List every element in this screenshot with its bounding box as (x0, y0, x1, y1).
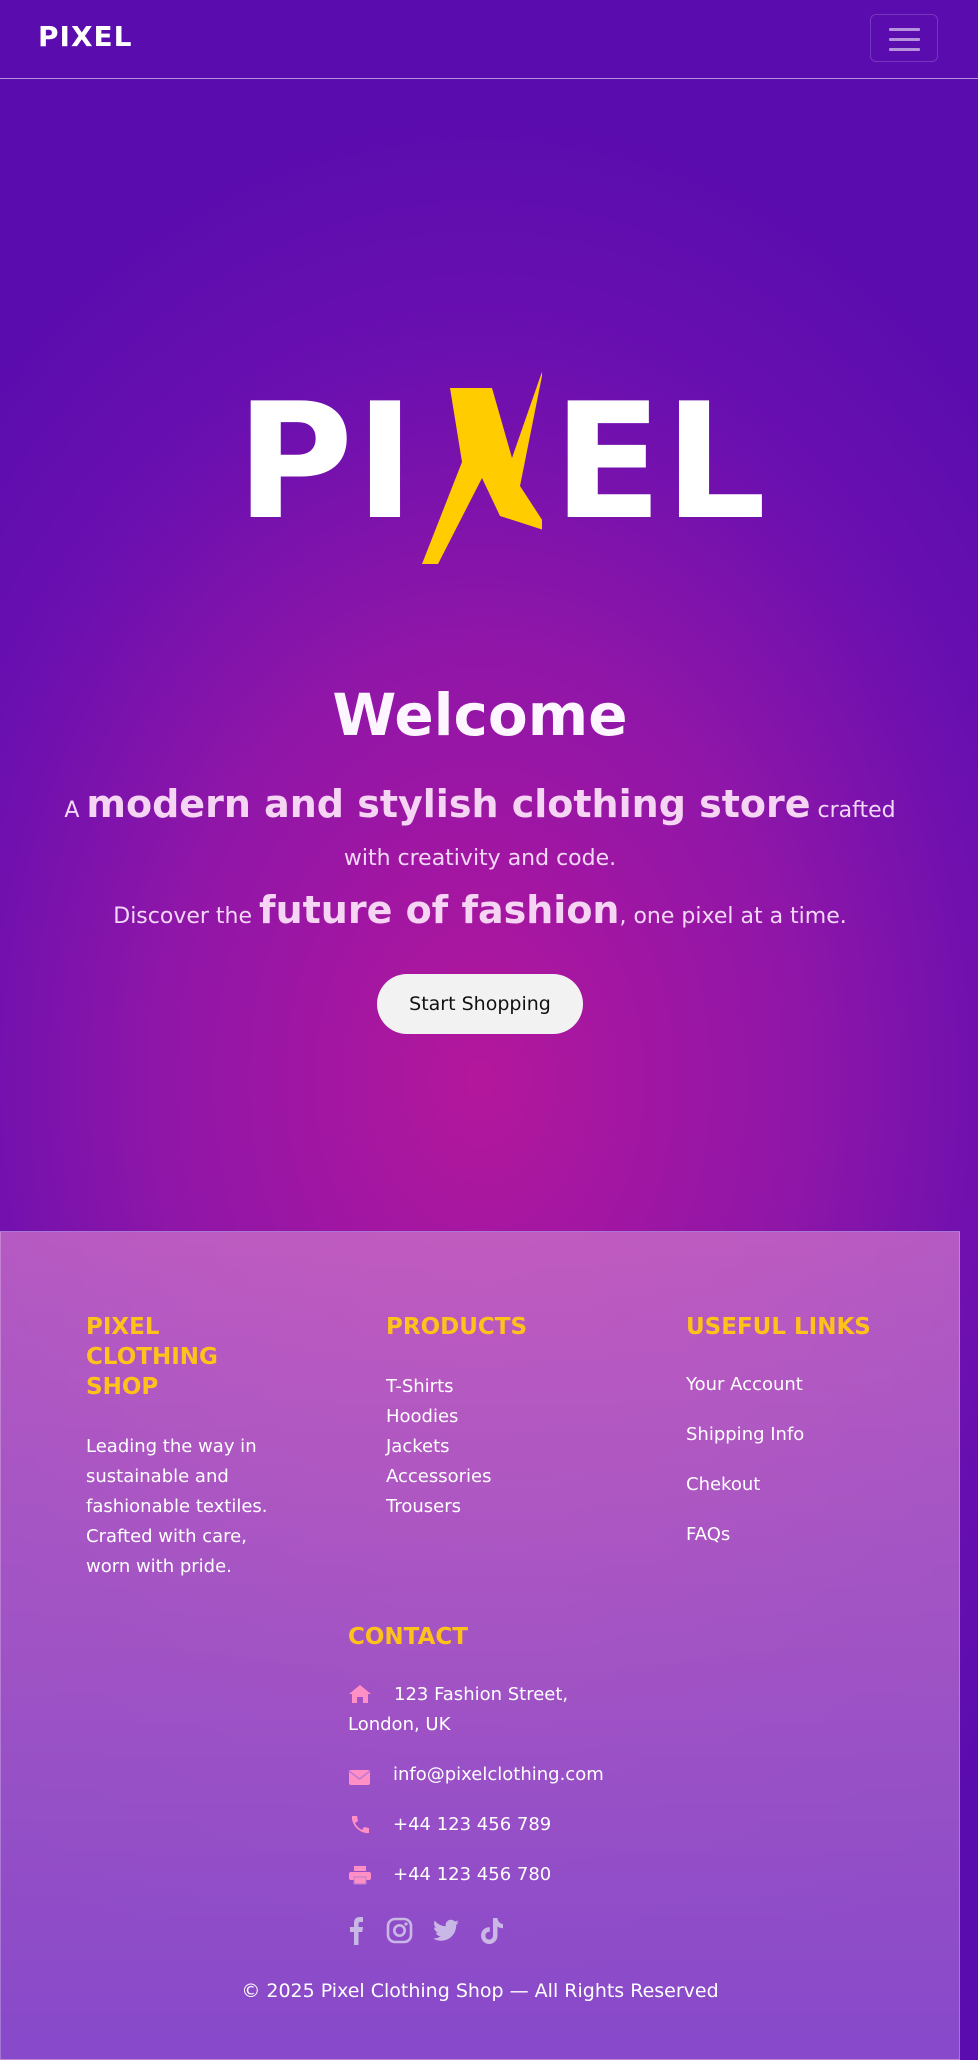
logo-text-pi: PI (236, 368, 417, 555)
contact-email[interactable]: info@pixelclothing.com (393, 1764, 604, 1785)
tagline-highlight: future of fashion (259, 888, 620, 932)
tiktok-icon[interactable] (476, 1916, 508, 1946)
hamburger-menu-icon (889, 28, 920, 31)
link-faqs[interactable]: FAQs (686, 1524, 730, 1545)
product-link-accessories[interactable]: Accessories (386, 1462, 492, 1492)
facebook-icon[interactable] (342, 1916, 374, 1946)
footer-products-list: T-Shirts Hoodies Jackets Accessories Tro… (386, 1372, 492, 1522)
tagline-prefix: Discover the (113, 904, 253, 929)
about-title-line: PIXEL (86, 1314, 160, 1340)
product-link-tshirts[interactable]: T-Shirts (386, 1372, 492, 1402)
instagram-icon[interactable] (384, 1916, 416, 1946)
about-title-line: SHOP (86, 1374, 159, 1400)
about-title-line: CLOTHING (86, 1344, 218, 1370)
contact-phone[interactable]: +44 123 456 789 (393, 1814, 551, 1835)
link-checkout[interactable]: Chekout (686, 1474, 760, 1495)
envelope-icon (348, 1770, 371, 1785)
about-text-line: fashionable textiles. (86, 1496, 268, 1517)
link-shipping-info[interactable]: Shipping Info (686, 1424, 804, 1445)
address-line: 123 Fashion Street, (394, 1684, 569, 1705)
footer-about-title: PIXEL CLOTHING SHOP (86, 1312, 218, 1402)
about-text-line: Leading the way in (86, 1436, 257, 1457)
navbar-brand[interactable]: PIXEL (38, 20, 133, 53)
tagline-highlight: modern and stylish clothing store (86, 782, 811, 826)
product-link-jackets[interactable]: Jackets (386, 1432, 492, 1462)
hamburger-menu-icon-bar (889, 48, 920, 51)
hero-title: Welcome (332, 681, 628, 749)
footer-products-title: PRODUCTS (386, 1314, 528, 1340)
logo-text-el: EL (553, 368, 769, 555)
hero-logo: PI EL (230, 368, 766, 570)
printer-icon (349, 1866, 371, 1885)
tagline-prefix: A (64, 798, 80, 823)
tagline-suffix: , one pixel at a time. (619, 904, 847, 929)
start-shopping-button[interactable]: Start Shopping (377, 974, 583, 1034)
product-link-trousers[interactable]: Trousers (386, 1492, 492, 1522)
navbar: PIXEL (0, 0, 978, 79)
hero-tagline-line2: with creativity and code. (343, 846, 617, 871)
footer-about-text: Leading the way in sustainable and fashi… (86, 1432, 268, 1582)
tagline-suffix: crafted (817, 798, 896, 823)
phone-icon (351, 1816, 369, 1834)
about-text-line: worn with pride. (86, 1556, 232, 1577)
footer-useful-links-title: USEFUL LINKS (686, 1314, 871, 1340)
contact-fax: +44 123 456 780 (393, 1864, 552, 1885)
link-your-account[interactable]: Your Account (686, 1374, 803, 1395)
address-line: London, UK (348, 1714, 451, 1735)
product-link-hoodies[interactable]: Hoodies (386, 1402, 492, 1432)
about-text-line: sustainable and (86, 1466, 229, 1487)
twitter-icon[interactable] (430, 1916, 462, 1946)
logo-x-icon (422, 371, 542, 564)
about-text-line: Crafted with care, (86, 1526, 247, 1547)
footer-contact-title: CONTACT (348, 1624, 468, 1650)
menu-toggle-button[interactable] (870, 14, 938, 62)
hamburger-menu-icon-bar (889, 38, 920, 41)
contact-address: 123 Fashion Street, London, UK (348, 1680, 568, 1740)
hero-tagline-line3: Discover the future of fashion, one pixe… (0, 888, 960, 932)
footer-copyright: © 2025 Pixel Clothing Shop — All Rights … (241, 1980, 719, 2002)
hero-tagline-line1: A modern and stylish clothing store craf… (0, 782, 960, 826)
